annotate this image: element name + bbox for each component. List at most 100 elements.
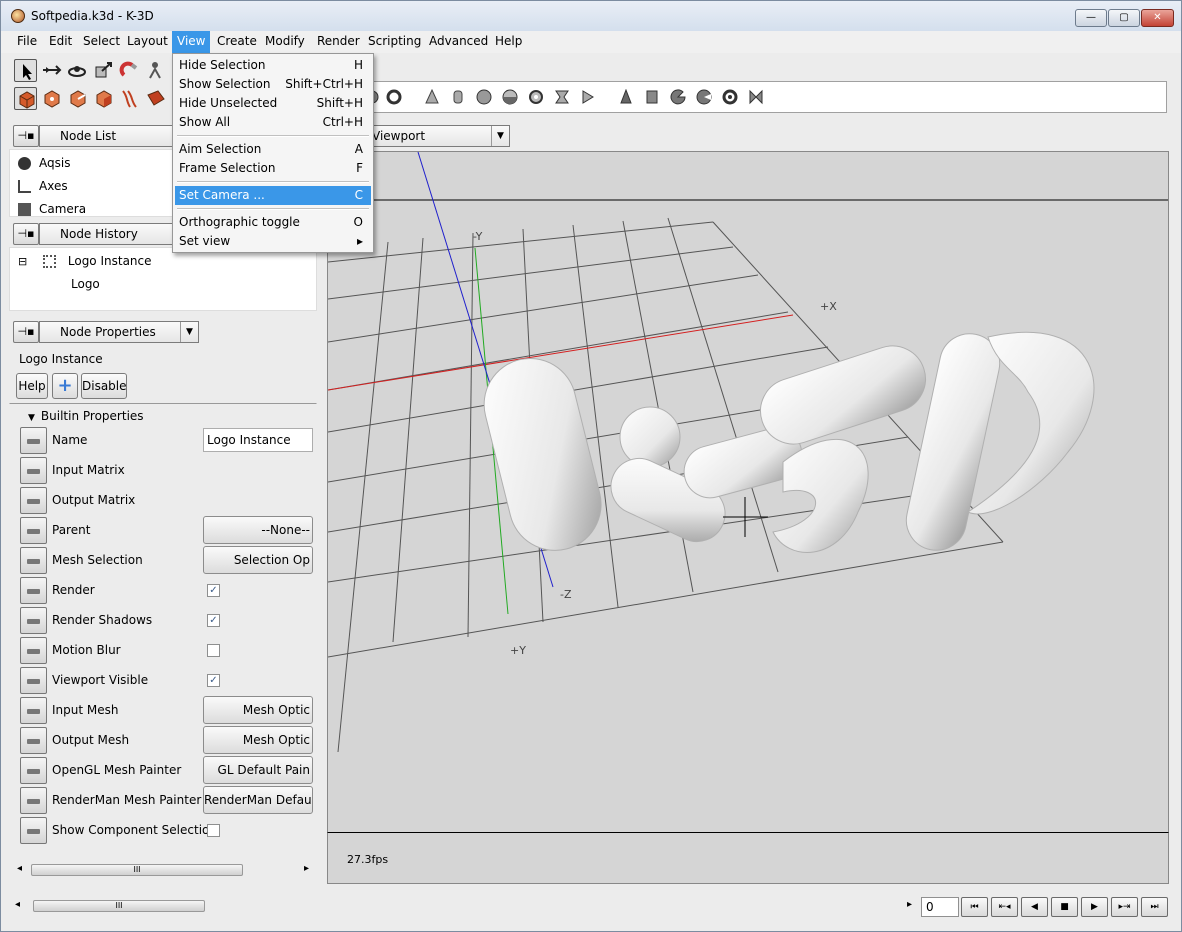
disable-button[interactable]: Disable — [81, 373, 127, 399]
property-checkbox[interactable]: ✓ — [207, 674, 220, 687]
scroll-right-icon[interactable]: ▸ — [907, 899, 912, 910]
menu-item-show-all[interactable]: Show All Ctrl+H — [175, 113, 371, 132]
property-value-button[interactable]: --None-- — [203, 516, 313, 544]
property-connector-icon[interactable] — [20, 577, 47, 604]
select-points-icon[interactable] — [40, 87, 63, 110]
torus-icon[interactable] — [386, 89, 402, 105]
cylinder-icon[interactable] — [450, 89, 466, 105]
node-history-combo[interactable]: Node History — [39, 223, 179, 245]
property-connector-icon[interactable] — [20, 757, 47, 784]
partial-sphere-icon[interactable] — [696, 89, 712, 105]
property-connector-icon[interactable] — [20, 697, 47, 724]
node-list-pin-button[interactable]: ⊣▪ — [13, 125, 39, 147]
property-connector-icon[interactable] — [20, 637, 47, 664]
property-connector-icon[interactable] — [20, 727, 47, 754]
menu-item-hide-selection[interactable]: Hide Selection H — [175, 56, 371, 75]
menu-item-show-selection[interactable]: Show Selection Shift+Ctrl+H — [175, 75, 371, 94]
add-button[interactable]: + — [52, 373, 78, 399]
menu-select[interactable]: Select — [83, 34, 120, 48]
property-connector-icon[interactable] — [20, 457, 47, 484]
select-lines-icon[interactable] — [66, 87, 89, 110]
property-checkbox[interactable]: ✓ — [207, 584, 220, 597]
first-frame-icon[interactable]: ⏮ — [961, 897, 988, 917]
cone-solid-icon[interactable] — [618, 88, 634, 105]
scroll-left-icon[interactable]: ◂ — [17, 863, 22, 874]
menu-render[interactable]: Render — [317, 34, 360, 48]
menu-create[interactable]: Create — [217, 34, 257, 48]
play-loop-icon[interactable]: ▸⇥ — [1111, 897, 1138, 917]
tree-item[interactable]: Logo — [71, 273, 100, 295]
property-checkbox[interactable]: ✓ — [207, 614, 220, 627]
select-tool-icon[interactable] — [14, 59, 37, 82]
rotate-tool-icon[interactable] — [66, 59, 89, 82]
menu-layout[interactable]: Layout — [127, 34, 168, 48]
timeline-scrollbar[interactable]: ◂ III ▸ — [11, 899, 912, 915]
parent-tool-icon[interactable] — [144, 59, 167, 82]
menu-advanced[interactable]: Advanced — [429, 34, 488, 48]
tree-item[interactable]: ⊟ Logo Instance — [18, 250, 152, 272]
list-item[interactable]: Axes — [18, 175, 68, 197]
menu-item-orthographic-toggle[interactable]: Orthographic toggle O — [175, 213, 371, 232]
property-connector-icon[interactable] — [20, 547, 47, 574]
menu-help[interactable]: Help — [495, 34, 522, 48]
menu-item-set-view[interactable]: Set view ▸ — [175, 232, 371, 251]
ring-icon[interactable] — [528, 89, 544, 105]
properties-hscrollbar[interactable]: ◂ III ▸ — [17, 863, 309, 879]
hemisphere-icon[interactable] — [502, 89, 518, 105]
builtin-properties-section[interactable]: ▼ Builtin Properties — [28, 409, 144, 423]
menu-item-aim-selection[interactable]: Aim Selection A — [175, 140, 371, 159]
menu-modify[interactable]: Modify — [265, 34, 305, 48]
cone-icon[interactable] — [424, 88, 440, 105]
select-patches-icon[interactable] — [144, 87, 167, 110]
minimize-button[interactable]: — — [1075, 9, 1107, 27]
property-connector-icon[interactable] — [20, 517, 47, 544]
move-tool-icon[interactable] — [40, 59, 63, 82]
property-checkbox[interactable] — [207, 644, 220, 657]
disk-icon[interactable] — [476, 89, 492, 105]
node-properties-pin-button[interactable]: ⊣▪ — [13, 321, 39, 343]
3d-viewport[interactable]: -Y +X -Z +Y — [327, 151, 1169, 834]
stop-icon[interactable]: ■ — [1051, 897, 1078, 917]
list-item[interactable]: Aqsis — [18, 152, 70, 174]
magnet-tool-icon[interactable] — [118, 59, 141, 82]
property-text-field[interactable]: Logo Instance — [203, 428, 313, 452]
property-connector-icon[interactable] — [20, 427, 47, 454]
property-checkbox[interactable] — [207, 824, 220, 837]
scale-tool-icon[interactable] — [92, 59, 115, 82]
property-value-button[interactable]: Mesh Optic — [203, 696, 313, 724]
play-icon[interactable]: ▶ — [1081, 897, 1108, 917]
maximize-button[interactable]: ▢ — [1108, 9, 1140, 27]
select-nodes-icon[interactable] — [14, 87, 37, 110]
menu-file[interactable]: File — [17, 34, 37, 48]
select-curves-icon[interactable] — [118, 87, 141, 110]
property-connector-icon[interactable] — [20, 487, 47, 514]
menu-item-hide-unselected[interactable]: Hide Unselected Shift+H — [175, 94, 371, 113]
viewport-combo[interactable]: Viewport ▼ — [363, 125, 510, 147]
select-faces-icon[interactable] — [92, 87, 115, 110]
paraboloid-icon[interactable] — [580, 89, 596, 105]
partial-disk-icon[interactable] — [670, 89, 686, 105]
property-connector-icon[interactable] — [20, 607, 47, 634]
property-value-button[interactable]: Selection Op — [203, 546, 313, 574]
property-connector-icon[interactable] — [20, 787, 47, 814]
menu-edit[interactable]: Edit — [49, 34, 72, 48]
play-reverse-loop-icon[interactable]: ⇤◂ — [991, 897, 1018, 917]
scroll-right-icon[interactable]: ▸ — [304, 863, 309, 874]
scroll-thumb[interactable]: III — [31, 864, 243, 876]
property-connector-icon[interactable] — [20, 817, 47, 844]
property-connector-icon[interactable] — [20, 667, 47, 694]
property-value-button[interactable]: Mesh Optic — [203, 726, 313, 754]
scroll-thumb[interactable]: III — [33, 900, 205, 912]
node-history-pin-button[interactable]: ⊣▪ — [13, 223, 39, 245]
bowtie-icon[interactable] — [748, 89, 764, 105]
help-button[interactable]: Help — [16, 373, 48, 399]
menu-scripting[interactable]: Scripting — [368, 34, 421, 48]
property-value-button[interactable]: GL Default Pain — [203, 756, 313, 784]
scroll-left-icon[interactable]: ◂ — [15, 899, 20, 910]
menu-item-set-camera[interactable]: Set Camera ... C — [175, 186, 371, 205]
cylinder-solid-icon[interactable] — [644, 89, 660, 105]
tree-expander-icon[interactable]: ⊟ — [18, 255, 27, 268]
node-properties-combo[interactable]: Node Properties ▼ — [39, 321, 199, 343]
partial-torus-icon[interactable] — [722, 89, 738, 105]
property-value-button[interactable]: RenderMan Default — [203, 786, 313, 814]
